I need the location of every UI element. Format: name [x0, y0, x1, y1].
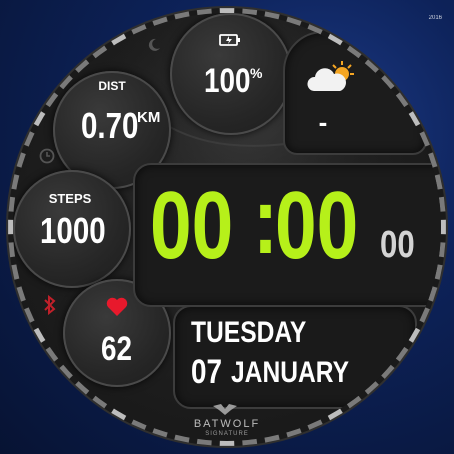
date-weekday: TUESDAY	[191, 316, 307, 349]
brand-name: BATWOLF	[193, 418, 261, 430]
distance-value: 0.70	[81, 105, 139, 146]
weather-value: -	[318, 107, 328, 137]
steps-value: 1000	[40, 210, 106, 251]
date-month: JANUARY	[231, 356, 350, 389]
wolf-logo-icon	[213, 404, 237, 415]
time-hours: 00	[150, 172, 234, 279]
date-day: 07	[191, 353, 223, 391]
distance-label: DIST	[98, 79, 126, 93]
time-minutes: 00	[275, 172, 359, 279]
steps-label: STEPS	[48, 191, 92, 206]
heart-icon	[106, 297, 128, 316]
heart-rate-value: 62	[101, 330, 133, 368]
battery-unit: %	[250, 65, 263, 81]
watch-face: 100 % - DIST 0.70 KM STEPS 1000 62 00 :	[13, 13, 441, 441]
brand-signature: SIGNATURE	[205, 431, 249, 437]
alarm-clock-icon	[39, 148, 55, 164]
bluetooth-icon	[44, 295, 56, 315]
battery-charging-icon	[219, 34, 240, 46]
distance-unit: KM	[137, 109, 161, 126]
time-seconds: 00	[380, 224, 415, 266]
battery-value: 100	[204, 62, 251, 100]
watch-screen: 2016	[0, 0, 454, 454]
partly-cloudy-icon	[307, 61, 354, 91]
moon-icon	[148, 38, 160, 51]
